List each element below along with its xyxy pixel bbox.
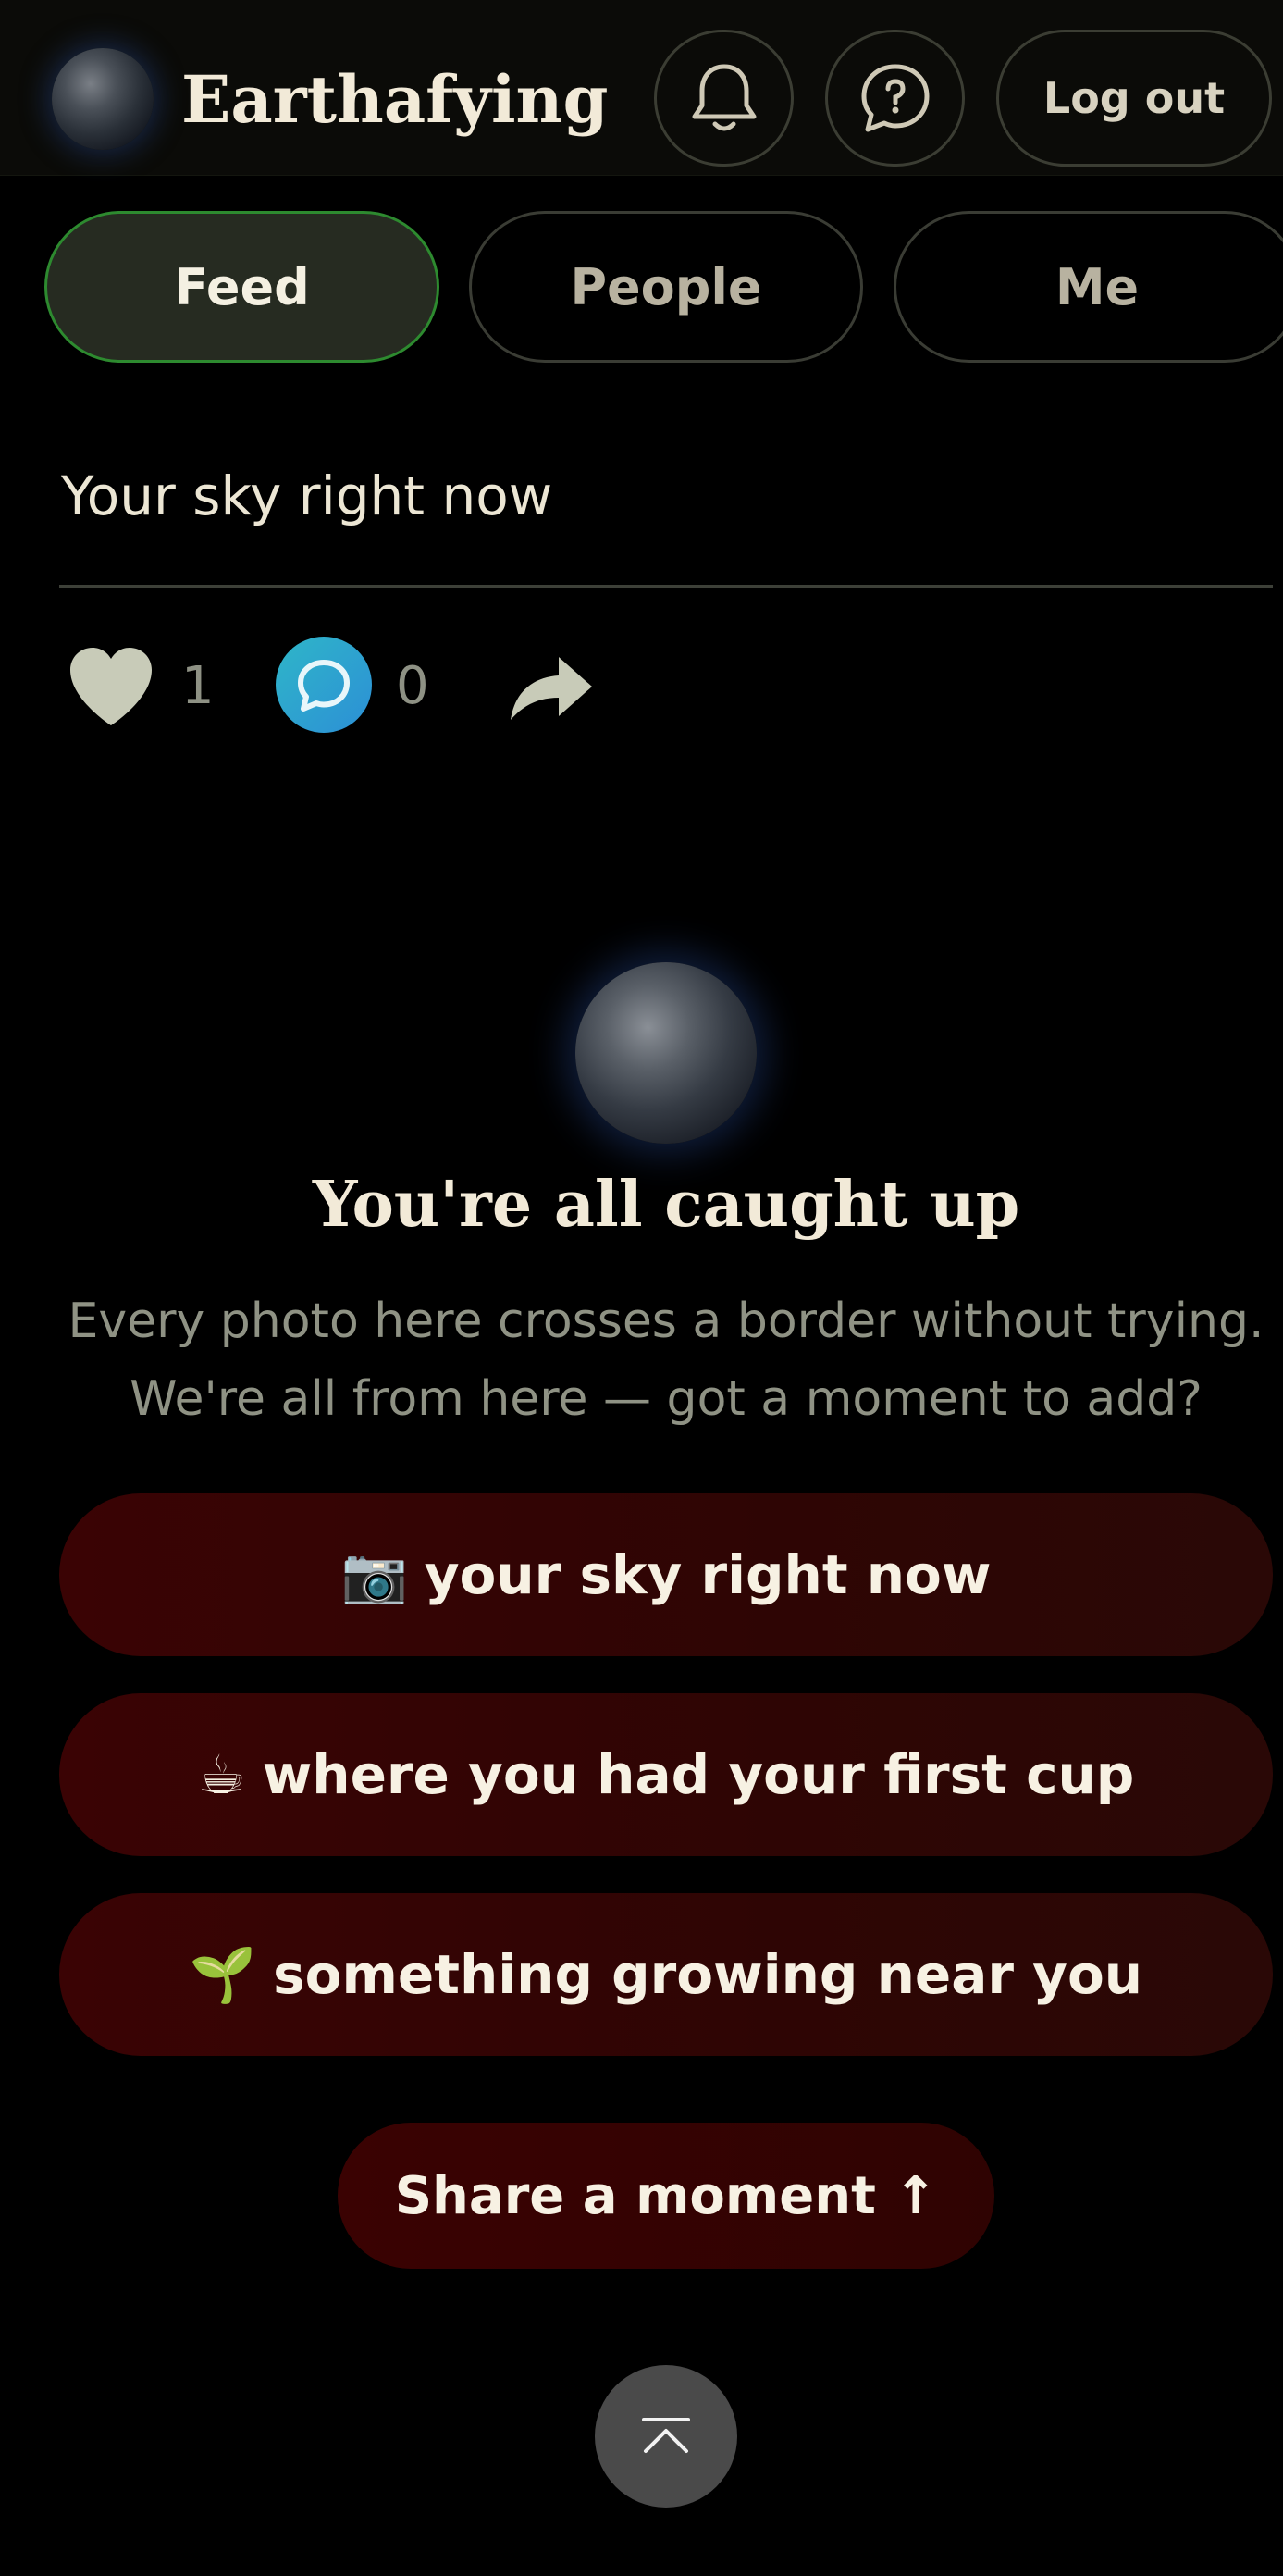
chevron-up-icon <box>642 2418 690 2453</box>
prompt-sky-button[interactable]: 📷 your sky right now <box>59 1493 1273 1656</box>
share-arrow-icon[interactable] <box>507 653 596 724</box>
brand-title[interactable]: Earthafying <box>181 54 608 146</box>
comment-count: 0 <box>396 656 429 716</box>
post-divider <box>59 585 1273 588</box>
heart-icon[interactable] <box>65 644 157 729</box>
logout-button[interactable]: Log out <box>996 30 1272 167</box>
prompt-label: your sky right now <box>424 1543 992 1606</box>
scroll-to-top-button[interactable] <box>595 2365 737 2508</box>
like-count: 1 <box>181 656 215 716</box>
chat-question-icon <box>861 64 929 132</box>
tab-me[interactable]: Me <box>894 211 1283 363</box>
caught-up-subtitle-line: We're all from here — got a moment to ad… <box>130 1371 1203 1427</box>
tab-people[interactable]: People <box>469 211 863 363</box>
tab-feed[interactable]: Feed <box>44 211 439 363</box>
camera-icon: 📷 <box>340 1542 408 1606</box>
post-actions: 1 0 <box>65 635 620 737</box>
seedling-icon: 🌱 <box>189 1942 257 2006</box>
coffee-icon: ☕ <box>197 1743 246 1806</box>
prompt-label: where you had your first cup <box>262 1743 1135 1806</box>
notifications-button[interactable] <box>654 30 794 167</box>
share-moment-button[interactable]: Share a moment ↑ <box>338 2123 994 2269</box>
prompt-first-cup-button[interactable]: ☕ where you had your first cup <box>59 1693 1273 1856</box>
caught-up-subtitle: Every photo here crosses a border withou… <box>56 1282 1277 1438</box>
app-header: Earthafying Log out <box>0 0 1283 176</box>
post-caption: Your sky right now <box>61 464 553 527</box>
bell-icon <box>692 64 756 131</box>
messages-button[interactable] <box>825 30 965 167</box>
caught-up-title: You're all caught up <box>312 1168 1020 1242</box>
prompt-growing-button[interactable]: 🌱 something growing near you <box>59 1893 1273 2056</box>
globe-illustration-icon <box>575 962 757 1144</box>
prompt-label: something growing near you <box>273 1943 1143 2006</box>
globe-logo-icon[interactable] <box>52 48 154 150</box>
comment-bubble-icon <box>298 660 350 712</box>
caught-up-subtitle-line: Every photo here crosses a border withou… <box>68 1294 1264 1349</box>
comment-icon[interactable] <box>276 637 372 733</box>
